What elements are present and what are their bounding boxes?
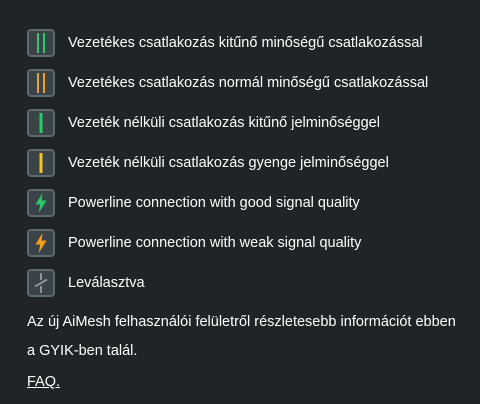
connection-legend-panel: Vezetékes csatlakozás kitűnő minőségű cs… [0, 0, 480, 404]
legend-wireless-excellent: Vezeték nélküli csatlakozás kitűnő jelmi… [27, 108, 480, 138]
legend-wired-normal: Vezetékes csatlakozás normál minőségű cs… [27, 68, 480, 98]
legend-label: Vezeték nélküli csatlakozás kitűnő jelmi… [68, 115, 380, 131]
wireless-weak-icon [27, 149, 55, 177]
disconnected-icon [27, 269, 55, 297]
legend-label: Vezeték nélküli csatlakozás gyenge jelmi… [68, 155, 389, 171]
legend-label: Powerline connection with weak signal qu… [68, 235, 362, 251]
aimesh-info-note: Az új AiMesh felhasználói felületről rés… [27, 314, 456, 359]
legend-disconnected: Leválasztva [27, 268, 480, 298]
faq-link[interactable]: FAQ. [27, 368, 60, 397]
legend-powerline-weak: Powerline connection with weak signal qu… [27, 228, 480, 258]
powerline-weak-icon [27, 229, 55, 257]
legend-wired-excellent: Vezetékes csatlakozás kitűnő minőségű cs… [27, 28, 480, 58]
legend-label: Leválasztva [68, 275, 145, 291]
legend-wireless-weak: Vezeték nélküli csatlakozás gyenge jelmi… [27, 148, 480, 178]
powerline-good-icon [27, 189, 55, 217]
wired-excellent-icon [27, 29, 55, 57]
wireless-excellent-icon [27, 109, 55, 137]
legend-powerline-good: Powerline connection with good signal qu… [27, 188, 480, 218]
wired-normal-icon [27, 69, 55, 97]
legend-label: Vezetékes csatlakozás normál minőségű cs… [68, 75, 429, 91]
legend-label: Vezetékes csatlakozás kitűnő minőségű cs… [68, 35, 423, 51]
legend-label: Powerline connection with good signal qu… [68, 195, 360, 211]
